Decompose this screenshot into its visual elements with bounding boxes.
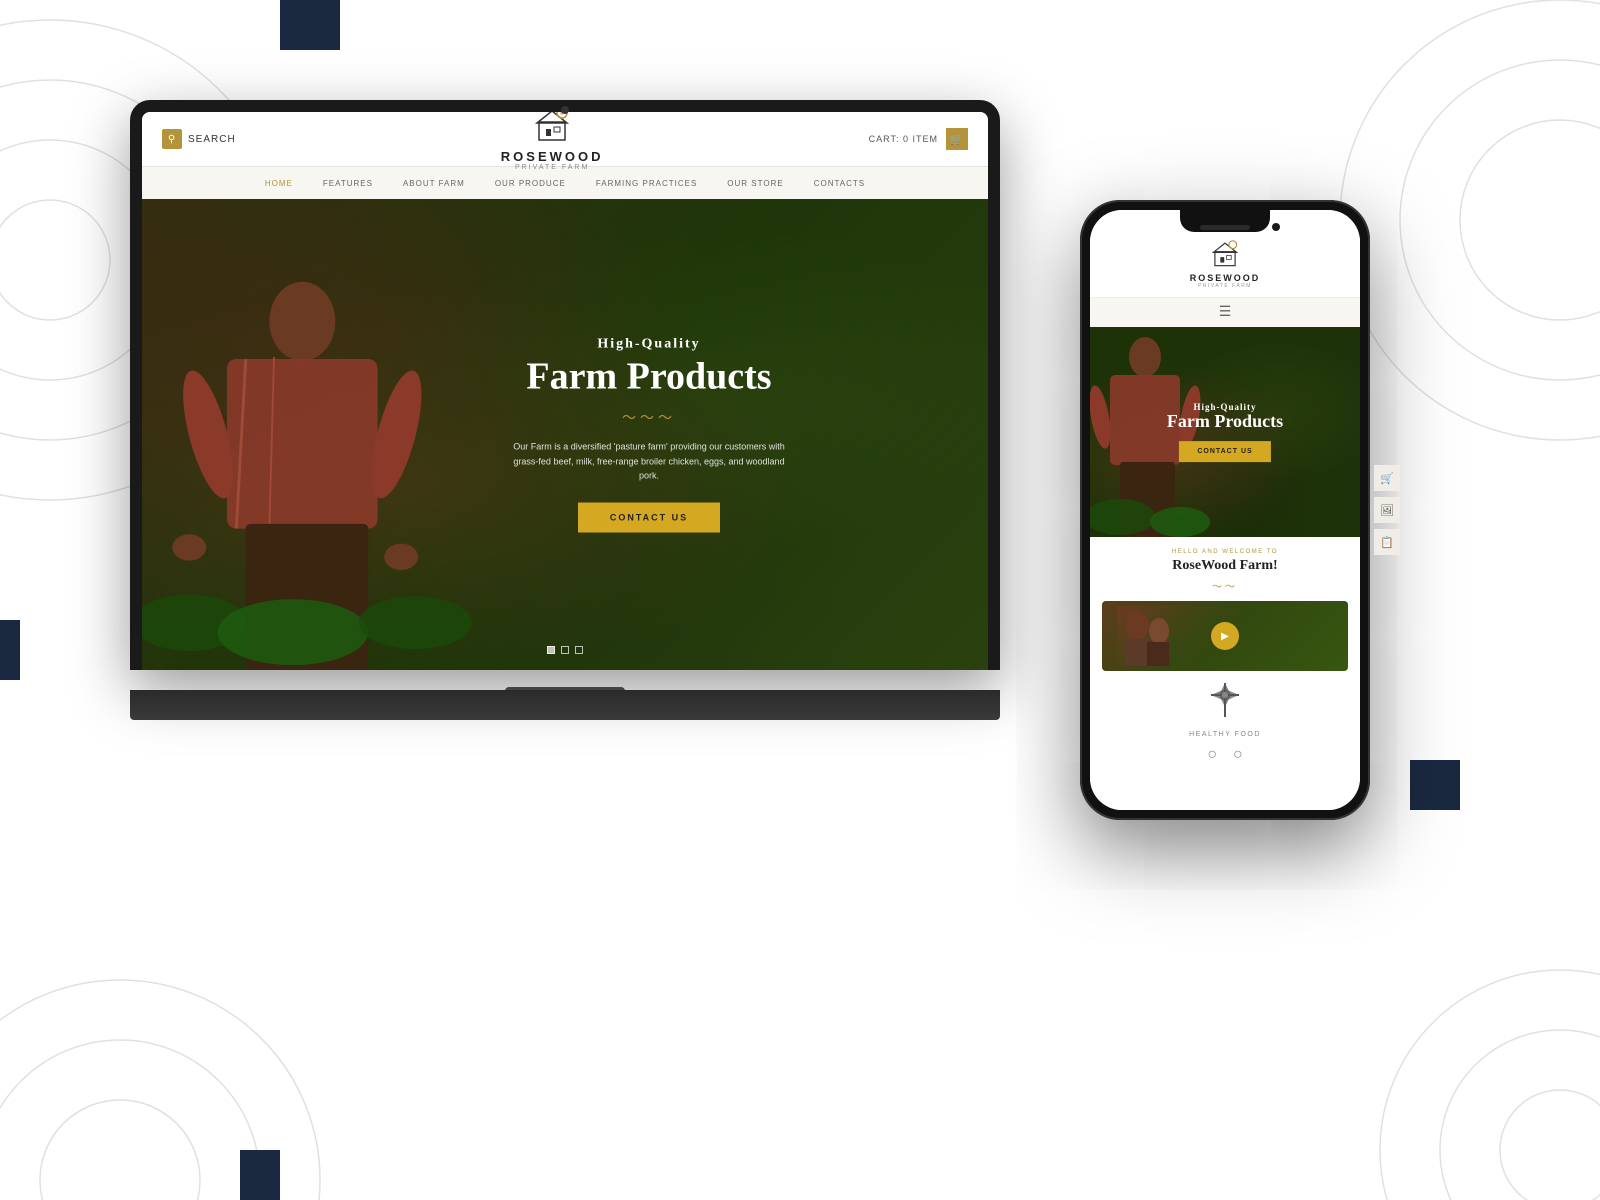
phone-icon-2: ○ <box>1233 746 1243 764</box>
logo-sub: PRIVATE FARM <box>501 164 604 171</box>
hero-pagination <box>547 646 583 654</box>
site-navigation: HOME FEATURES ABOUT FARM OUR PRODUCE FAR… <box>142 167 988 199</box>
phone-healthy-food-section: HEALTHY FOOD <box>1189 681 1261 746</box>
logo-name: ROSEWOOD <box>501 149 604 164</box>
nav-about-farm[interactable]: ABOUT FARM <box>403 179 465 188</box>
phone-screen: ROSEWOOD PRIVATE FARM ☰ <box>1090 210 1360 810</box>
laptop-camera <box>561 106 569 114</box>
hero-title-large: Farm Products <box>509 356 789 398</box>
phone-video-thumbnail[interactable]: ▶ <box>1102 601 1348 671</box>
hero-wave-decoration: 〜〜〜 <box>509 408 789 428</box>
cart-icon: 🛒 <box>946 128 968 150</box>
hero-section: High-Quality Farm Products 〜〜〜 Our Farm … <box>142 199 988 670</box>
nav-features[interactable]: FEATURES <box>323 179 373 188</box>
hero-cta-button[interactable]: CONTACT US <box>578 503 720 533</box>
side-icon-image: 🖼 <box>1374 497 1400 523</box>
phone-hero-content: High-Quality Farm Products CONTACT US <box>1167 402 1283 462</box>
cart-area[interactable]: CART: 0 ITEM 🛒 <box>869 128 968 150</box>
phone-logo-icon <box>1100 240 1350 273</box>
logo-house-icon <box>501 112 604 149</box>
cart-label: CART: 0 ITEM <box>869 134 938 144</box>
phone-hero-cta-button[interactable]: CONTACT US <box>1179 441 1270 462</box>
phone-icon-1: ○ <box>1207 746 1217 764</box>
hero-dot-3[interactable] <box>575 646 583 654</box>
phone-bottom-section: HELLO AND WELCOME TO RoseWood Farm! 〜〜 <box>1090 537 1360 810</box>
nav-our-store[interactable]: OUR STORE <box>727 179 783 188</box>
phone-device: ROSEWOOD PRIVATE FARM ☰ <box>1080 200 1370 820</box>
search-label: SEARCH <box>188 134 236 145</box>
site-logo: ROSEWOOD PRIVATE FARM <box>501 112 604 171</box>
search-icon: ⚲ <box>162 129 182 149</box>
phone-front-camera <box>1272 223 1280 231</box>
nav-our-produce[interactable]: OUR PRODUCE <box>495 179 566 188</box>
laptop-base <box>130 690 1000 720</box>
laptop-body: ⚲ SEARCH <box>130 100 1000 670</box>
nav-contacts[interactable]: CONTACTS <box>814 179 865 188</box>
search-area[interactable]: ⚲ SEARCH <box>162 129 236 149</box>
phone-play-button[interactable]: ▶ <box>1211 622 1239 650</box>
hero-title-small: High-Quality <box>509 336 789 352</box>
phone-side-icons: 🛒 🖼 📋 <box>1374 465 1400 555</box>
phone-windmill-icon <box>1189 681 1261 727</box>
website-header: ⚲ SEARCH <box>142 112 988 167</box>
phone-welcome-label: HELLO AND WELCOME TO <box>1172 549 1278 555</box>
phone-hero-section: High-Quality Farm Products CONTACT US <box>1090 327 1360 537</box>
phone-wave-decoration: 〜〜 <box>1212 578 1238 593</box>
hero-description: Our Farm is a diversified 'pasture farm'… <box>509 440 789 483</box>
phone-body: ROSEWOOD PRIVATE FARM ☰ <box>1080 200 1370 820</box>
phone-welcome-title: RoseWood Farm! <box>1172 558 1277 574</box>
phone-bottom-icons: ○ ○ <box>1207 746 1242 764</box>
phone-hamburger-menu[interactable]: ☰ <box>1090 298 1360 327</box>
laptop-device: ⚲ SEARCH <box>130 100 1000 720</box>
hero-person-area <box>142 199 472 670</box>
hero-content: High-Quality Farm Products 〜〜〜 Our Farm … <box>509 336 789 533</box>
phone-healthy-label: HEALTHY FOOD <box>1189 731 1261 738</box>
laptop-screen: ⚲ SEARCH <box>142 112 988 670</box>
side-icon-cart: 🛒 <box>1374 465 1400 491</box>
hero-dot-1[interactable] <box>547 646 555 654</box>
phone-logo-name: ROSEWOOD <box>1100 273 1350 283</box>
phone-speaker <box>1200 225 1250 230</box>
side-icon-calendar: 📋 <box>1374 529 1400 555</box>
phone-notch <box>1180 210 1270 232</box>
nav-home[interactable]: HOME <box>265 179 293 188</box>
main-scene: ⚲ SEARCH <box>0 0 1600 1200</box>
phone-hero-title-large: Farm Products <box>1167 412 1283 432</box>
nav-farming-practices[interactable]: FARMING PRACTICES <box>596 179 697 188</box>
hero-dot-2[interactable] <box>561 646 569 654</box>
phone-logo-sub: PRIVATE FARM <box>1100 283 1350 289</box>
